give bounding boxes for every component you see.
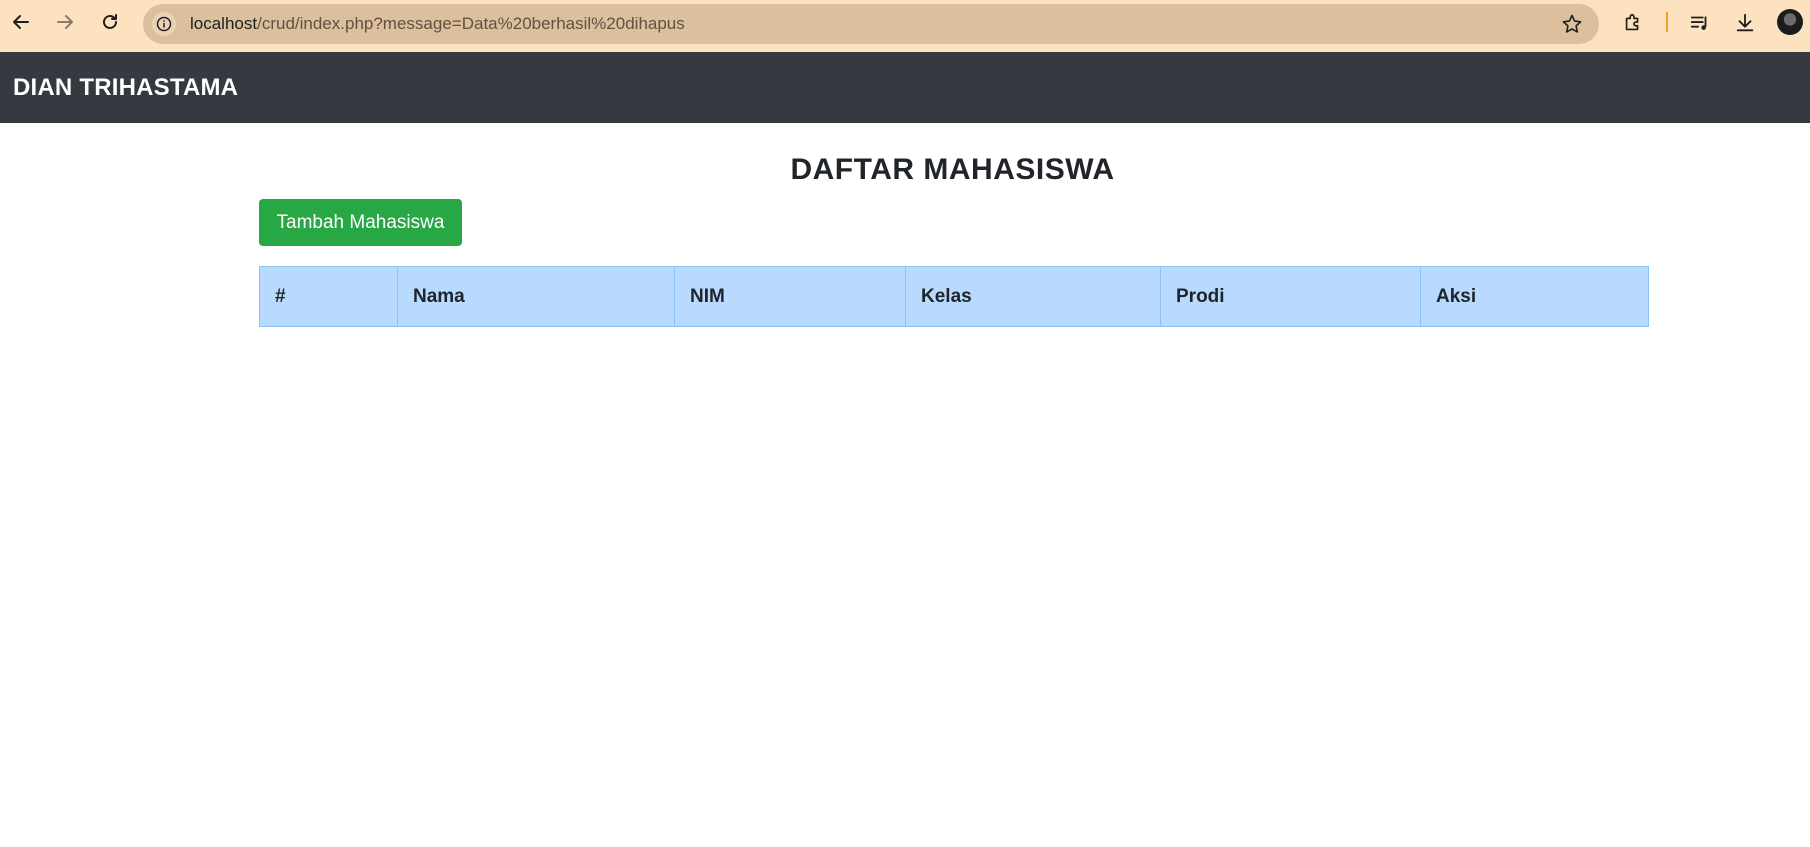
table-header-row: # Nama NIM Kelas Prodi Aksi: [259, 266, 1649, 327]
downloads-button[interactable]: [1732, 10, 1758, 36]
url-path: /crud/index.php?message=Data%20berhasil%…: [257, 14, 685, 33]
reload-button[interactable]: [96, 8, 124, 36]
page-title: DAFTAR MAHASISWA: [790, 153, 1115, 186]
column-header-number: #: [259, 266, 398, 327]
avatar[interactable]: [1777, 9, 1803, 35]
arrow-right-icon: [57, 15, 73, 29]
info-icon: [156, 16, 172, 32]
reload-icon: [103, 14, 117, 29]
star-icon: [1562, 14, 1582, 33]
students-table: # Nama NIM Kelas Prodi Aksi: [259, 266, 1649, 327]
url-text[interactable]: localhost/crud/index.php?message=Data%20…: [190, 14, 685, 34]
forward-button[interactable]: [51, 8, 79, 36]
extensions-button[interactable]: [1620, 10, 1646, 36]
column-header-kelas: Kelas: [905, 266, 1161, 327]
column-header-nama: Nama: [397, 266, 675, 327]
browser-toolbar: localhost/crud/index.php?message=Data%20…: [0, 0, 1810, 52]
site-info-button[interactable]: [152, 12, 176, 36]
puzzle-icon: [1625, 13, 1639, 31]
column-header-nim: NIM: [674, 266, 906, 327]
toolbar-divider: [1666, 12, 1668, 32]
media-button[interactable]: [1687, 10, 1713, 36]
column-header-aksi: Aksi: [1420, 266, 1649, 327]
app-navbar: DIAN TRIHASTAMA: [0, 52, 1810, 123]
column-header-prodi: Prodi: [1160, 266, 1421, 327]
address-bar[interactable]: localhost/crud/index.php?message=Data%20…: [143, 4, 1599, 44]
arrow-left-icon: [13, 15, 29, 29]
bookmark-button[interactable]: [1561, 13, 1583, 35]
back-button[interactable]: [7, 8, 35, 36]
playlist-icon: [1690, 16, 1707, 30]
download-icon: [1736, 13, 1754, 32]
add-student-button[interactable]: Tambah Mahasiswa: [259, 199, 462, 246]
navbar-brand[interactable]: DIAN TRIHASTAMA: [13, 74, 238, 102]
url-host: localhost: [190, 14, 258, 33]
